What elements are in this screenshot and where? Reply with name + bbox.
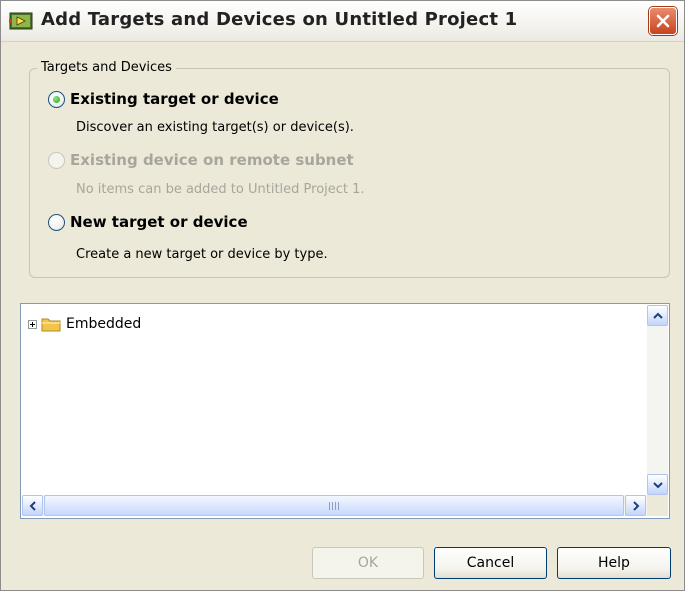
scroll-up-button[interactable] xyxy=(647,305,668,326)
option-new-target-description: Create a new target or device by type. xyxy=(76,247,328,262)
option-existing-target-description: Discover an existing target(s) or device… xyxy=(76,120,354,135)
close-icon xyxy=(656,14,670,28)
option-existing-target[interactable]: Existing target or device xyxy=(48,88,279,110)
radio-remote-subnet xyxy=(48,151,65,169)
scroll-left-button[interactable] xyxy=(22,495,43,516)
tree-item-label: Embedded xyxy=(66,316,142,332)
labview-app-icon xyxy=(9,12,33,30)
expand-icon[interactable] xyxy=(28,319,37,329)
option-remote-subnet: Existing device on remote subnet xyxy=(48,149,354,171)
vertical-scrollbar[interactable] xyxy=(647,305,668,495)
horizontal-scrollbar[interactable] xyxy=(22,495,647,516)
grip-icon xyxy=(329,502,339,510)
chevron-left-icon xyxy=(29,501,36,511)
scroll-down-button[interactable] xyxy=(647,474,668,495)
help-button[interactable]: Help xyxy=(557,547,671,579)
close-button[interactable] xyxy=(649,7,677,35)
option-new-target[interactable]: New target or device xyxy=(48,211,248,233)
scroll-right-button[interactable] xyxy=(625,495,646,516)
option-remote-subnet-description: No items can be added to Untitled Projec… xyxy=(76,182,365,197)
horizontal-scroll-thumb[interactable] xyxy=(44,495,624,516)
chevron-down-icon xyxy=(653,482,663,489)
radio-new-target[interactable] xyxy=(48,213,65,231)
tree-item-embedded[interactable]: Embedded xyxy=(28,314,141,334)
option-new-target-label: New target or device xyxy=(70,213,248,231)
folder-icon xyxy=(41,318,61,332)
scrollbar-corner xyxy=(647,495,668,516)
chevron-up-icon xyxy=(653,312,663,319)
groupbox-legend: Targets and Devices xyxy=(37,60,176,75)
targets-tree[interactable]: Embedded xyxy=(20,303,670,519)
ok-button: OK xyxy=(312,547,424,579)
add-targets-dialog: Add Targets and Devices on Untitled Proj… xyxy=(0,0,685,591)
window-title: Add Targets and Devices on Untitled Proj… xyxy=(41,9,518,30)
radio-existing-target[interactable] xyxy=(48,90,65,108)
option-existing-target-label: Existing target or device xyxy=(70,90,279,108)
cancel-button[interactable]: Cancel xyxy=(434,547,547,579)
title-bar[interactable]: Add Targets and Devices on Untitled Proj… xyxy=(1,1,684,42)
chevron-right-icon xyxy=(633,501,640,511)
option-remote-subnet-label: Existing device on remote subnet xyxy=(70,151,354,169)
